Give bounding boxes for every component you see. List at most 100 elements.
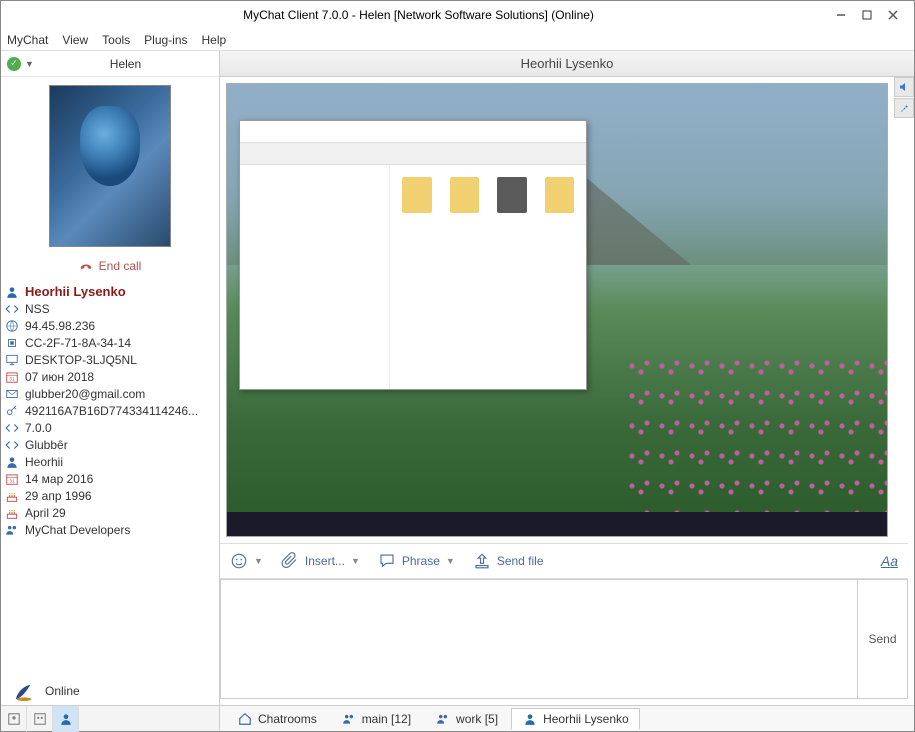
info-value: 07 июн 2018 xyxy=(25,370,94,384)
info-value: glubber20@gmail.com xyxy=(25,387,145,401)
status-selector[interactable]: ✓ ▼ Helen xyxy=(1,51,219,77)
person-icon xyxy=(522,711,538,727)
info-value: 94.45.98.236 xyxy=(25,319,95,333)
menu-plugins[interactable]: Plug-ins xyxy=(144,33,187,47)
info-row: Heorhii xyxy=(1,453,219,470)
menubar: MyChat View Tools Plug-ins Help xyxy=(1,29,914,51)
tab-main[interactable]: main [12] xyxy=(330,708,422,730)
sendfile-button[interactable]: Send file xyxy=(473,552,544,570)
avatar-container xyxy=(1,77,219,251)
monitor-icon xyxy=(5,353,19,367)
send-button[interactable]: Send xyxy=(857,580,907,698)
info-row: MyChat Developers xyxy=(1,521,219,538)
chat-header: Heorhii Lysenko xyxy=(220,51,914,77)
chat-side-toolbar xyxy=(894,77,914,119)
group-icon xyxy=(5,523,19,537)
avatar-image[interactable] xyxy=(49,85,171,247)
key-icon xyxy=(5,404,19,418)
message-input[interactable] xyxy=(221,580,857,698)
tab-label: work [5] xyxy=(456,712,498,726)
menu-help[interactable]: Help xyxy=(202,33,227,47)
chip-icon xyxy=(5,336,19,350)
tab-chatrooms[interactable]: Chatrooms xyxy=(226,708,328,730)
tab-label: Heorhii Lysenko xyxy=(543,712,629,726)
end-call-button[interactable]: End call xyxy=(1,251,219,283)
smile-icon xyxy=(230,552,248,570)
cal-icon: 31 xyxy=(5,370,19,384)
cake-icon xyxy=(5,506,19,520)
tab-label: Chatrooms xyxy=(258,712,317,726)
person-icon xyxy=(5,455,19,469)
tab-current-chat[interactable]: Heorhii Lysenko xyxy=(511,708,640,730)
sidebar-tabs xyxy=(1,705,219,731)
phrase-button[interactable]: Phrase ▼ xyxy=(378,552,455,570)
chevron-down-icon: ▼ xyxy=(351,556,360,566)
svg-text:31: 31 xyxy=(9,376,15,381)
info-row: 94.45.98.236 xyxy=(1,317,219,334)
info-row: 31 14 мар 2016 xyxy=(1,470,219,487)
contact-info-list: Heorhii Lysenko NSS 94.45.98.236 CC-2F-71-… xyxy=(1,283,219,677)
insert-button[interactable]: Insert... ▼ xyxy=(281,552,360,570)
info-value: Glubbêr xyxy=(25,438,68,452)
sidebar-tab-contacts[interactable] xyxy=(1,706,27,732)
message-toolbar: ▼ Insert... ▼ Phrase ▼ Send file Aa xyxy=(220,543,908,579)
cal-icon: 31 xyxy=(5,472,19,486)
close-button[interactable] xyxy=(880,5,906,25)
format-button[interactable]: Aa xyxy=(881,553,898,569)
sound-icon[interactable] xyxy=(894,77,914,97)
info-value: April 29 xyxy=(25,506,66,520)
sidebar-tab-groups[interactable] xyxy=(27,706,53,732)
sidebar: ✓ ▼ Helen End call Heorhii Lysenko NSS 94… xyxy=(1,51,220,731)
info-value: MyChat Developers xyxy=(25,523,130,537)
info-value: DESKTOP-3LJQ5NL xyxy=(25,353,137,367)
minimize-button[interactable] xyxy=(828,5,854,25)
svg-text:31: 31 xyxy=(9,478,15,483)
info-row: Glubbêr xyxy=(1,436,219,453)
info-row: CC-2F-71-8A-34-14 xyxy=(1,334,219,351)
home-icon xyxy=(237,711,253,727)
person-icon xyxy=(5,285,19,299)
info-value: CC-2F-71-8A-34-14 xyxy=(25,336,131,350)
chevron-down-icon: ▼ xyxy=(446,556,455,566)
info-row: 31 07 июн 2018 xyxy=(1,368,219,385)
info-row: DESKTOP-3LJQ5NL xyxy=(1,351,219,368)
insert-label: Insert... xyxy=(305,554,345,568)
info-value: Heorhii xyxy=(25,455,63,469)
window-title: MyChat Client 7.0.0 - Helen [Network Sof… xyxy=(9,8,828,22)
contact-name: Heorhii Lysenko xyxy=(25,284,126,299)
upload-icon xyxy=(473,552,491,570)
tab-work[interactable]: work [5] xyxy=(424,708,509,730)
maximize-button[interactable] xyxy=(854,5,880,25)
sidebar-tab-profile[interactable] xyxy=(53,706,79,732)
shared-screenshot[interactable] xyxy=(226,83,888,537)
menu-tools[interactable]: Tools xyxy=(102,33,130,47)
chevron-down-icon: ▼ xyxy=(25,59,34,69)
remote-explorer-window xyxy=(239,120,587,390)
menu-view[interactable]: View xyxy=(62,33,88,47)
status-label: Online xyxy=(45,684,80,698)
quill-icon[interactable] xyxy=(13,680,35,702)
titlebar: MyChat Client 7.0.0 - Helen [Network Sof… xyxy=(1,1,914,29)
info-value: 14 мар 2016 xyxy=(25,472,93,486)
emoji-button[interactable]: ▼ xyxy=(230,552,263,570)
message-input-area: Send xyxy=(220,579,908,699)
info-row: NSS xyxy=(1,300,219,317)
mail-icon xyxy=(5,387,19,401)
chevron-down-icon: ▼ xyxy=(254,556,263,566)
status-online-icon: ✓ xyxy=(7,57,21,71)
cake-icon xyxy=(5,489,19,503)
globe-icon xyxy=(5,319,19,333)
info-row: glubber20@gmail.com xyxy=(1,385,219,402)
current-user-name: Helen xyxy=(38,57,213,71)
pin-icon[interactable] xyxy=(894,98,914,118)
end-call-label: End call xyxy=(99,259,142,273)
speech-icon xyxy=(378,552,396,570)
info-row: 492116A7B16D774334114246... xyxy=(1,402,219,419)
info-row: 7.0.0 xyxy=(1,419,219,436)
group-icon xyxy=(341,711,357,727)
tab-label: main [12] xyxy=(362,712,411,726)
menu-mychat[interactable]: MyChat xyxy=(7,33,48,47)
send-label: Send xyxy=(868,632,896,646)
info-row: April 29 xyxy=(1,504,219,521)
phrase-label: Phrase xyxy=(402,554,440,568)
